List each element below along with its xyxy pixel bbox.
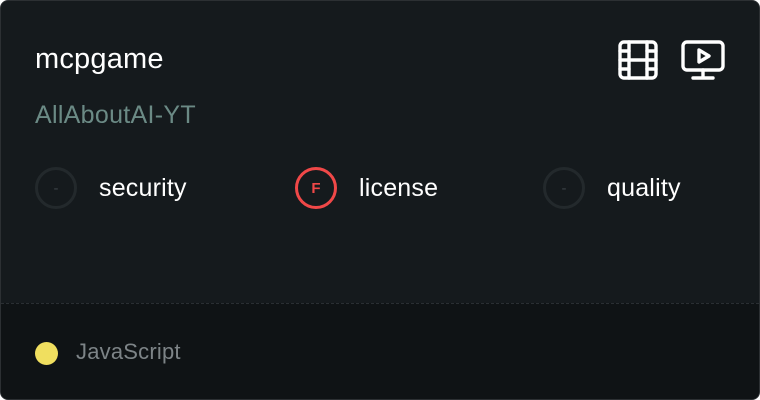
security-grade-badge: - — [35, 167, 77, 209]
license-score[interactable]: F license — [295, 164, 438, 212]
security-score[interactable]: - security — [35, 164, 187, 212]
film-icon — [618, 40, 658, 80]
license-grade-badge: F — [295, 167, 337, 209]
repo-card[interactable]: mcpgame AllAboutAI-YT - security F licen… — [0, 0, 760, 400]
quality-grade-badge: - — [543, 167, 585, 209]
video-button[interactable] — [681, 39, 725, 81]
film-button[interactable] — [616, 39, 660, 81]
card-footer: JavaScript — [1, 303, 759, 399]
repo-name[interactable]: mcpgame — [35, 39, 164, 79]
repo-owner[interactable]: AllAboutAI-YT — [35, 97, 196, 133]
quality-score[interactable]: - quality — [543, 164, 681, 212]
security-label: security — [99, 174, 187, 202]
license-label: license — [359, 174, 439, 202]
language-color-dot — [35, 342, 58, 365]
language-name: JavaScript — [76, 339, 181, 364]
video-player-icon — [681, 40, 725, 80]
quality-label: quality — [607, 174, 681, 202]
